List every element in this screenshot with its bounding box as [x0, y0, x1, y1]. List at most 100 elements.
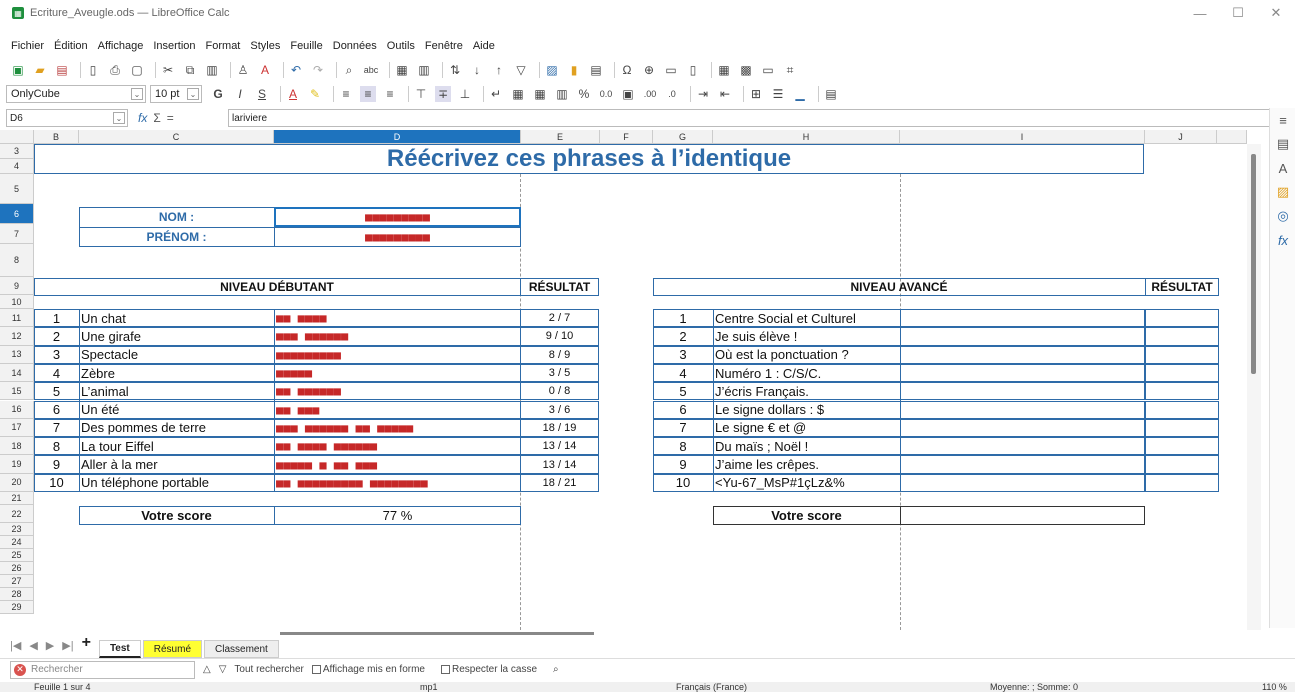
beginner-item-typed[interactable]: ■■■■■ — [276, 364, 520, 382]
row-header-9[interactable]: 9 — [0, 277, 34, 295]
number-format-icon[interactable]: 0.0 — [598, 86, 614, 102]
menu-affichage[interactable]: Affichage — [98, 40, 144, 52]
advanced-item-input[interactable] — [900, 401, 1145, 419]
maximize-button[interactable]: ☐ — [1219, 0, 1257, 26]
clear-format-icon[interactable]: A — [257, 62, 273, 78]
beginner-item-typed[interactable]: ■■■■■■■■■ — [276, 346, 520, 364]
column-header-i[interactable]: I — [900, 130, 1145, 144]
name-box[interactable]: D6 ⌄ — [6, 109, 128, 127]
column-header-f[interactable]: F — [600, 130, 653, 144]
advanced-item-input[interactable] — [900, 455, 1145, 473]
navigator-icon[interactable]: ◎ — [1270, 204, 1295, 228]
advanced-result-cell[interactable] — [1145, 382, 1219, 401]
row-header-15[interactable]: 15 — [0, 382, 34, 401]
open-icon[interactable]: ▰ — [32, 62, 48, 78]
status-zoom[interactable]: 110 % — [1262, 682, 1287, 692]
copy-icon[interactable]: ⧉ — [182, 62, 198, 78]
advanced-result-cell[interactable] — [1145, 327, 1219, 346]
border-color-icon[interactable]: ▁ — [792, 86, 808, 102]
cut-icon[interactable]: ✂ — [160, 62, 176, 78]
prenom-value[interactable]: ■■■■■■■■■ — [274, 227, 521, 247]
advanced-item-input[interactable] — [900, 327, 1145, 345]
sort-ascending-icon[interactable]: ↓ — [469, 62, 485, 78]
close-find-icon[interactable]: ✕ — [14, 663, 26, 676]
freeze-rows-icon[interactable]: ▩ — [738, 62, 754, 78]
row-header-11[interactable]: 11 — [0, 309, 34, 328]
row-header-10[interactable]: 10 — [0, 295, 34, 309]
new-icon[interactable]: ▣ — [10, 62, 26, 78]
select-all-corner[interactable] — [0, 130, 34, 144]
sheet-grid[interactable]: Réécrivez ces phrases à l’identique NOM … — [34, 144, 1247, 630]
row-header-19[interactable]: 19 — [0, 455, 34, 474]
row-header-14[interactable]: 14 — [0, 363, 34, 383]
chart-icon[interactable]: ▮ — [566, 62, 582, 78]
row-header-22[interactable]: 22 — [0, 505, 34, 523]
formula-input[interactable]: lariviere — [228, 109, 1270, 127]
advanced-result-cell[interactable] — [1145, 418, 1219, 438]
menu-outils[interactable]: Outils — [387, 40, 415, 52]
special-character-icon[interactable]: Ω — [619, 62, 635, 78]
gallery-icon[interactable]: ▨ — [1270, 180, 1295, 204]
row-header-20[interactable]: 20 — [0, 473, 34, 492]
align-top-icon[interactable]: ⊤ — [413, 86, 429, 102]
formula-equals-icon[interactable]: = — [167, 111, 174, 125]
delete-decimal-icon[interactable]: .0 — [664, 86, 680, 102]
tab-classement[interactable]: Classement — [204, 640, 279, 658]
beginner-item-typed[interactable]: ■■■ ■■■■■■ — [276, 327, 520, 345]
beginner-item-typed[interactable]: ■■■ ■■■■■■ ■■ ■■■■■ — [276, 419, 520, 437]
row-header-27[interactable]: 27 — [0, 575, 34, 588]
increase-indent-icon[interactable]: ⇥ — [695, 86, 711, 102]
menu-donnees[interactable]: Données — [333, 40, 377, 52]
function-wizard-icon[interactable]: fx — [138, 111, 147, 125]
row-header-17[interactable]: 17 — [0, 418, 34, 438]
column-header-c[interactable]: C — [79, 130, 274, 144]
menu-aide[interactable]: Aide — [473, 40, 495, 52]
bold-icon[interactable]: G — [210, 86, 226, 102]
menu-fichier[interactable]: Fichier — [11, 40, 44, 52]
match-case-checkbox[interactable]: Respecter la casse — [440, 664, 545, 675]
font-size-select[interactable]: 10 pt ⌄ — [150, 85, 202, 103]
advanced-item-input[interactable] — [900, 309, 1145, 327]
menu-fenetre[interactable]: Fenêtre — [425, 40, 463, 52]
properties-icon[interactable]: ▤ — [1270, 132, 1295, 156]
column-header-g[interactable]: G — [653, 130, 713, 144]
define-print-area-icon[interactable]: ▦ — [716, 62, 732, 78]
beginner-item-typed[interactable]: ■■ ■■■■■■ — [276, 382, 520, 400]
font-name-select[interactable]: OnlyCube ⌄ — [6, 85, 146, 103]
styles-icon[interactable]: A — [1270, 156, 1295, 180]
tab-test[interactable]: Test — [98, 640, 141, 658]
advanced-result-cell[interactable] — [1145, 345, 1219, 364]
column-header-e[interactable]: E — [521, 130, 600, 144]
row-header-7[interactable]: 7 — [0, 224, 34, 244]
column-icon[interactable]: ▥ — [416, 62, 432, 78]
split-window-icon[interactable]: ▭ — [760, 62, 776, 78]
highlight-icon[interactable]: ✎ — [307, 86, 323, 102]
row-header-26[interactable]: 26 — [0, 562, 34, 575]
conditional-format-icon[interactable]: ▤ — [823, 86, 839, 102]
add-sheet-icon[interactable]: + — [82, 634, 91, 652]
advanced-item-input[interactable] — [900, 346, 1145, 364]
formatted-checkbox[interactable]: Affichage mis en forme — [311, 664, 433, 675]
align-left-icon[interactable]: ≡ — [338, 86, 354, 102]
autofilter-icon[interactable]: ▽ — [513, 62, 529, 78]
beginner-item-typed[interactable]: ■■■■■ ■ ■■ ■■■ — [276, 455, 520, 473]
find-prev-icon[interactable]: △ — [203, 664, 211, 675]
advanced-item-input[interactable] — [900, 382, 1145, 400]
underline-icon[interactable]: S — [254, 86, 270, 102]
sidebar-menu-icon[interactable]: ≡ — [1270, 108, 1295, 132]
print-preview-icon[interactable]: ▢ — [129, 62, 145, 78]
advanced-result-cell[interactable] — [1145, 400, 1219, 419]
advanced-result-cell[interactable] — [1145, 437, 1219, 456]
nom-value[interactable]: ■■■■■■■■■ — [274, 207, 521, 227]
last-sheet-icon[interactable]: ▶| — [62, 639, 73, 652]
row-header-13[interactable]: 13 — [0, 345, 34, 364]
sort-icon[interactable]: ⇅ — [447, 62, 463, 78]
row-header-3[interactable]: 3 — [0, 144, 34, 159]
row-header-21[interactable]: 21 — [0, 492, 34, 505]
advanced-result-cell[interactable] — [1145, 455, 1219, 474]
chevron-down-icon[interactable]: ⌄ — [131, 88, 143, 100]
find-input[interactable]: ✕ Rechercher — [10, 660, 195, 679]
advanced-result-cell[interactable] — [1145, 363, 1219, 383]
borders-icon[interactable]: ⊞ — [748, 86, 764, 102]
find-replace-icon[interactable]: ⌕ — [341, 62, 357, 78]
